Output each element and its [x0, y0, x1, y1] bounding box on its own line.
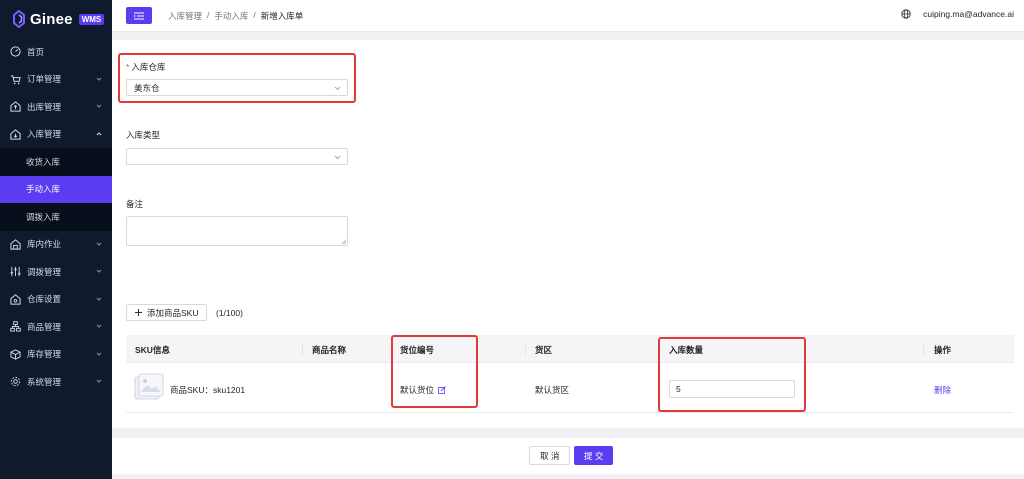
chevron-down-icon: [96, 352, 102, 356]
inbound-form-card: * 入库仓库 美东仓 入库类型 备注 添加商品SKU (1/100) SKU信息 …: [112, 40, 1024, 428]
menu-toggle-button[interactable]: [126, 7, 152, 24]
highlight-box-warehouse: [118, 53, 356, 103]
chevron-down-icon: [96, 379, 102, 383]
sidebar-item-home[interactable]: 首页: [0, 38, 112, 66]
table-row: 商品SKU：sku1201 默认货位 默认货区 5 删除: [126, 363, 1014, 413]
cart-icon: [10, 75, 21, 85]
menu-icon: [134, 11, 144, 20]
chevron-down-icon: [96, 324, 102, 328]
sidebar-item-transfer[interactable]: 调拨管理: [0, 258, 112, 286]
ginee-logo-icon: [13, 10, 25, 28]
gear-icon: [10, 377, 21, 387]
chevron-up-icon: [96, 131, 102, 135]
sidebar-item-outbound[interactable]: 出库管理: [0, 93, 112, 121]
sidebar-subitem-label: 手动入库: [26, 184, 61, 195]
col-action: 操作: [934, 345, 952, 355]
sidebar: Ginee WMS 首页 订单管理 出库管理 入库管理 收货入库 手动入库 调拨…: [0, 0, 112, 479]
breadcrumb-manual-inbound-link[interactable]: 手动入库: [214, 10, 248, 22]
outbound-icon: [10, 101, 21, 112]
chevron-down-icon: [96, 104, 102, 108]
col-product-name: 商品名称: [312, 345, 347, 355]
column-divider: [302, 343, 303, 355]
remark-textarea[interactable]: [126, 216, 348, 246]
sidebar-item-label: 仓库设置: [27, 294, 62, 305]
chevron-down-icon: [96, 297, 102, 301]
sidebar-item-label: 入库管理: [27, 129, 62, 140]
dashboard-icon: [10, 46, 21, 57]
inbound-type-select[interactable]: [126, 148, 348, 165]
chevron-down-icon: [96, 269, 102, 273]
sidebar-subitem-manual-inbound[interactable]: 手动入库: [0, 175, 112, 203]
breadcrumb-current: 新增入库单: [260, 10, 304, 21]
inbound-icon: [10, 129, 21, 140]
add-sku-label: 添加商品SKU: [147, 307, 199, 318]
sidebar-subitem-receive-inbound[interactable]: 收货入库: [0, 148, 112, 176]
sidebar-item-label: 出库管理: [27, 101, 62, 112]
sidebar-item-label: 库内作业: [27, 239, 62, 250]
column-divider: [525, 343, 526, 355]
form-footer: 取 消 提 交: [112, 438, 1024, 474]
breadcrumb: 入库管理 / 手动入库 / 新增入库单: [168, 10, 303, 22]
brand-badge: WMS: [78, 13, 105, 25]
chevron-down-icon: [96, 77, 102, 81]
warehouse-task-icon: [10, 239, 21, 250]
column-divider: [923, 343, 924, 355]
breadcrumb-inbound-link[interactable]: 入库管理: [168, 10, 202, 22]
plus-icon: [135, 309, 142, 316]
col-sku-info: SKU信息: [135, 345, 170, 355]
user-email[interactable]: cuiping.ma@advance.ai: [923, 9, 1014, 19]
sidebar-item-label: 订单管理: [27, 74, 62, 85]
sidebar-item-inventory[interactable]: 库存管理: [0, 341, 112, 369]
logo[interactable]: Ginee WMS: [0, 0, 112, 38]
add-sku-button[interactable]: 添加商品SKU: [126, 304, 208, 321]
sidebar-item-system[interactable]: 系统管理: [0, 368, 112, 396]
sidebar-item-products[interactable]: 商品管理: [0, 313, 112, 341]
top-header: 入库管理 / 手动入库 / 新增入库单 cuiping.ma@advance.a…: [112, 0, 1024, 32]
breadcrumb-separator: /: [253, 9, 256, 20]
cancel-button[interactable]: 取 消: [529, 446, 571, 465]
resize-handle-icon[interactable]: [341, 239, 346, 244]
chevron-down-icon: [96, 242, 102, 246]
chevron-down-icon: [334, 155, 341, 160]
sidebar-item-warehouse-settings[interactable]: 仓库设置: [0, 286, 112, 314]
image-placeholder-icon: [134, 373, 164, 400]
sidebar-item-label: 商品管理: [27, 321, 62, 332]
zone-cell: 默认货区: [535, 385, 570, 395]
sidebar-subitem-label: 调拨入库: [26, 211, 61, 222]
remark-field-label: 备注: [126, 199, 144, 209]
sidebar-item-label: 系统管理: [27, 376, 62, 387]
sku-info-text: 商品SKU：sku1201: [170, 385, 246, 395]
highlight-box-quantity: [658, 337, 806, 412]
sku-count: (1/100): [216, 308, 243, 318]
sidebar-item-orders[interactable]: 订单管理: [0, 66, 112, 94]
brand-name: Ginee: [30, 10, 73, 28]
sidebar-item-label: 首页: [27, 46, 45, 57]
col-zone: 货区: [535, 345, 553, 355]
hierarchy-icon: [10, 321, 21, 332]
sidebar-subitem-transfer-inbound[interactable]: 调拨入库: [0, 203, 112, 231]
sidebar-item-warehouse-tasks[interactable]: 库内作业: [0, 231, 112, 259]
delete-link[interactable]: 删除: [934, 384, 951, 396]
box-icon: [10, 349, 21, 360]
header-right: cuiping.ma@advance.ai: [901, 9, 1014, 19]
sku-table-header: SKU信息 商品名称 货位编号 货区 入库数量 操作: [126, 335, 1014, 363]
type-field-label: 入库类型: [126, 130, 161, 140]
globe-icon[interactable]: [901, 9, 911, 19]
sliders-icon: [10, 267, 21, 277]
sidebar-item-label: 调拨管理: [27, 266, 62, 277]
sidebar-subitem-label: 收货入库: [26, 156, 61, 167]
sidebar-item-label: 库存管理: [27, 349, 62, 360]
breadcrumb-separator: /: [207, 9, 210, 20]
home-settings-icon: [10, 294, 21, 305]
highlight-box-location: [391, 335, 478, 408]
submit-button[interactable]: 提 交: [574, 446, 614, 465]
sidebar-item-inbound[interactable]: 入库管理: [0, 121, 112, 149]
